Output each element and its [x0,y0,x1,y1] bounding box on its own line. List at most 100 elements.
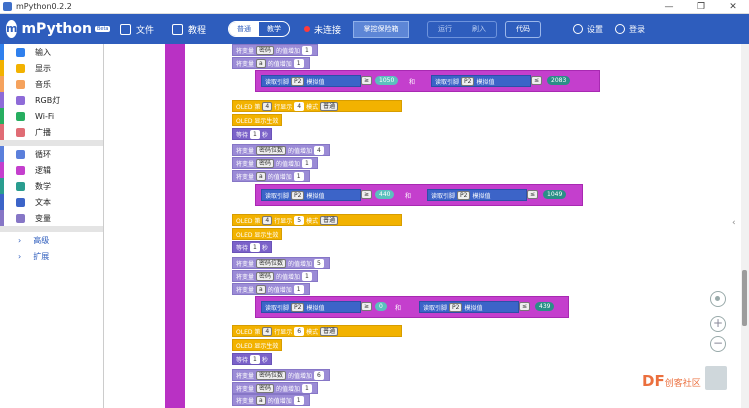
category-math[interactable]: 数学 [0,178,103,194]
number-input[interactable]: 1 [250,354,260,364]
block-workspace[interactable]: 将变量 密码 的值增加 1 将变量 a 的值增加 1 否则如果 读取引脚 P2 模拟值 ≥ 10… [105,44,741,408]
number-input[interactable]: 1 [302,158,312,168]
oled-show-block[interactable]: OLED 第 4 行显示 4 模式 普通 [232,100,402,112]
category-wifi[interactable]: Wi-Fi [0,108,103,124]
var-dropdown[interactable]: 密码位数 [256,145,287,155]
category-music[interactable]: 音乐 [0,76,103,92]
set-var-block[interactable]: 将变量 a 的值增加 1 [232,283,310,295]
mode-normal-tab[interactable]: 普通 [229,22,260,36]
wait-block[interactable]: 等待 1 秒 [232,128,272,140]
compare-dropdown[interactable]: ≤ [527,190,539,199]
var-dropdown[interactable]: 密码 [256,45,275,55]
pin-dropdown[interactable]: P2 [461,76,475,86]
number-input[interactable]: 1 [250,129,260,139]
mode-toggle[interactable]: 普通 教学 [228,21,291,37]
var-dropdown[interactable]: 密码 [256,383,275,393]
scrollbar-thumb[interactable] [742,270,747,326]
pin-dropdown[interactable]: P2 [291,76,305,86]
number-input[interactable]: 0 [375,302,387,311]
category-input[interactable]: 输入 [0,44,103,60]
set-var-block[interactable]: 将变量 密码位数 的值增加 4 [232,144,330,156]
pin-dropdown[interactable]: P2 [457,190,471,200]
if-block-spine[interactable] [165,44,185,408]
number-input[interactable]: 1049 [543,190,567,199]
category-display[interactable]: 显示 [0,60,103,76]
number-input[interactable]: 1050 [375,76,399,85]
settings-button[interactable]: 设置 [573,24,603,35]
mode-teach-tab[interactable]: 教学 [259,22,289,36]
number-input[interactable]: 1 [302,45,312,55]
read-pin-block[interactable]: 读取引脚 P2 模拟值 [261,301,361,313]
line-dropdown[interactable]: 4 [262,101,273,111]
zoom-out-button[interactable]: − [710,336,726,352]
category-extensions[interactable]: › 扩展 [0,248,103,264]
number-input[interactable]: 1 [293,58,304,68]
category-logic[interactable]: 逻辑 [0,162,103,178]
pin-dropdown[interactable]: P2 [291,190,305,200]
compare-dropdown[interactable]: ≥ [361,76,373,85]
set-var-block[interactable]: 将变量 密码位数 的值增加 6 [232,369,330,381]
wait-block[interactable]: 等待 1 秒 [232,241,272,253]
var-dropdown[interactable]: a [256,395,266,405]
var-dropdown[interactable]: 密码位数 [256,370,287,380]
vertical-scrollbar[interactable] [741,44,749,408]
number-input[interactable]: 2083 [547,76,571,85]
category-broadcast[interactable]: 广播 [0,124,103,140]
trash-icon[interactable] [705,366,727,390]
category-variables[interactable]: 变量 [0,210,103,226]
text-input[interactable]: 6 [294,326,305,336]
file-menu-button[interactable]: 文件 [120,23,154,36]
number-input[interactable]: 440 [375,190,395,199]
recenter-target-icon[interactable] [710,291,726,307]
compare-dropdown[interactable]: ≥ [361,302,373,311]
project-name-field[interactable]: 掌控保险箱 [353,20,410,38]
minimize-button[interactable]: — [653,0,685,14]
number-input[interactable]: 1 [302,383,312,393]
text-input[interactable]: 4 [294,101,305,111]
var-dropdown[interactable]: 密码 [256,271,275,281]
category-loop[interactable]: 循环 [0,146,103,162]
chevron-left-icon[interactable]: ‹ [732,218,736,228]
number-input[interactable]: 1 [293,395,304,405]
set-var-block[interactable]: 将变量 a 的值增加 1 [232,57,310,69]
connection-status[interactable]: 未连接 [304,23,341,36]
set-var-block[interactable]: 将变量 a 的值增加 1 [232,394,310,406]
number-input[interactable]: 4 [314,145,324,155]
var-dropdown[interactable]: a [256,171,266,181]
flash-button[interactable]: 刷入 [462,22,496,37]
set-var-block[interactable]: 将变量 密码位数 的值增加 5 [232,257,330,269]
compare-dropdown[interactable]: ≤ [519,302,531,311]
code-button[interactable]: 代码 [505,20,542,38]
number-input[interactable]: 1 [293,171,304,181]
number-input[interactable]: 439 [535,302,555,311]
oled-effect-block[interactable]: OLED 显示生效 [232,228,283,240]
number-input[interactable]: 6 [314,370,324,380]
line-dropdown[interactable]: 4 [262,215,273,225]
read-pin-block[interactable]: 读取引脚 P2 模拟值 [431,75,531,87]
category-text[interactable]: 文本 [0,194,103,210]
category-rgb[interactable]: RGB灯 [0,92,103,108]
var-dropdown[interactable]: 密码 [256,158,275,168]
text-input[interactable]: 5 [294,215,305,225]
read-pin-block[interactable]: 读取引脚 P2 模拟值 [261,189,361,201]
set-var-block[interactable]: 将变量 a 的值增加 1 [232,170,310,182]
pin-dropdown[interactable]: P2 [291,302,305,312]
wait-block[interactable]: 等待 1 秒 [232,353,272,365]
login-button[interactable]: 登录 [615,24,645,35]
set-var-block[interactable]: 将变量 密码 的值增加 1 [232,382,318,394]
tutorial-button[interactable]: 教程 [172,23,206,36]
run-button[interactable]: 运行 [428,22,462,37]
category-advanced[interactable]: › 高级 [0,232,103,248]
mode-dropdown[interactable]: 普通 [320,101,339,111]
line-dropdown[interactable]: 4 [262,326,273,336]
number-input[interactable]: 1 [250,242,260,252]
var-dropdown[interactable]: a [256,284,266,294]
oled-effect-block[interactable]: OLED 显示生效 [232,114,283,126]
oled-show-block[interactable]: OLED 第 4 行显示 5 模式 普通 [232,214,402,226]
close-button[interactable]: ✕ [717,0,749,14]
mode-dropdown[interactable]: 普通 [320,326,339,336]
number-input[interactable]: 1 [302,271,312,281]
set-var-block[interactable]: 将变量 密码 的值增加 1 [232,270,318,282]
oled-effect-block[interactable]: OLED 显示生效 [232,339,283,351]
compare-dropdown[interactable]: ≤ [531,76,543,85]
